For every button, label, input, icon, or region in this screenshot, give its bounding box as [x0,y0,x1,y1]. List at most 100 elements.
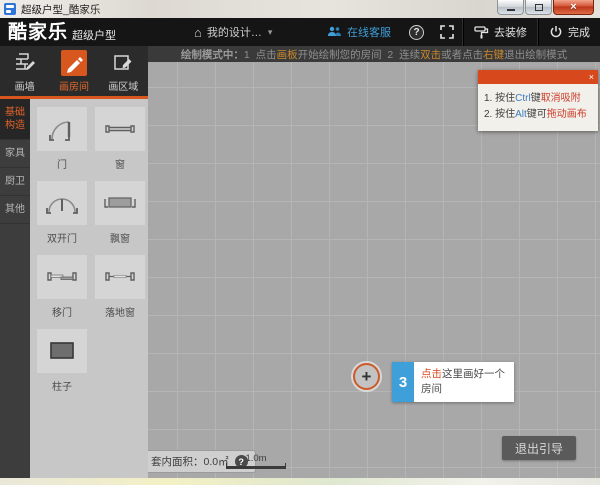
item-label: 双开门 [47,230,77,245]
help-icon: ? [409,25,424,40]
item-sliding-door[interactable]: 移门 [37,255,87,319]
tool-label: 画区域 [108,78,138,93]
item-label: 飘窗 [110,230,130,245]
exit-guide-button[interactable]: 退出引导 [502,436,576,460]
mode-step2-mid: 或者点击 [441,47,483,62]
draw-region-icon [110,50,136,76]
tab-furniture[interactable]: 家具 [0,140,30,168]
draw-room-icon [61,50,87,76]
guide-tooltip: 3 点击这里画好一个房间 [392,362,514,402]
decorate-button[interactable]: 去装修 [464,18,537,46]
my-design-label: 我的设计… [207,24,262,40]
items-panel: 门 窗 [30,99,148,478]
mode-step1-highlight: 画板 [277,47,298,62]
header-actions: 在线客服 ? 去装修 [317,18,600,46]
tab-basic-structure[interactable]: 基础构造 [0,99,30,140]
notif-action: 拖动画布 [547,109,587,120]
window-icon [95,107,145,151]
notification-body: 1. 按住Ctrl键取消吸附 2. 按住Alt键可拖动画布 [478,84,598,131]
fullscreen-button[interactable] [432,18,462,46]
notif-key: Alt [515,109,527,120]
scale-indicator: 1.0m [226,453,286,469]
main-area: 画墙 画房间 [0,46,600,478]
tool-draw-region[interactable]: 画区域 [99,46,148,96]
french-window-icon [95,255,145,299]
tool-draw-wall[interactable]: 画墙 [0,46,49,96]
mode-step1-pre: 1 点击 [244,47,277,62]
desktop-background-strip [0,478,600,485]
close-icon: × [570,2,576,13]
my-design-menu[interactable]: ⌂ 我的设计… ▾ [194,24,272,40]
panel-body: 基础构造 家具 厨卫 其他 [0,99,148,478]
notif-text: 2. 按住 [484,109,515,120]
hotkey-notification: × 1. 按住Ctrl键取消吸附 2. 按住Alt键可拖动画布 [478,70,598,131]
notif-text: 键 [531,93,541,104]
draw-wall-icon [12,50,38,76]
item-label: 落地窗 [105,304,135,319]
add-room-button[interactable]: + [353,363,380,390]
area-label: 套内面积： [151,454,204,469]
mode-step2-post: 退出绘制模式 [504,47,567,62]
close-button[interactable]: × [553,0,594,15]
items-grid: 门 窗 [37,107,148,393]
mode-bar: 绘制模式中： 1 点击 画板 开始绘制您的房间 2 连续 双击 或者点击 右键 … [148,46,600,62]
app-header: 酷家乐 超级户型 ⌂ 我的设计… ▾ 在线客服 ? [0,18,600,46]
item-french-window[interactable]: 落地窗 [95,255,145,319]
finish-button[interactable]: 完成 [539,18,600,46]
window-controls: × [496,0,594,15]
finish-label: 完成 [568,24,590,40]
notif-text: 键可 [527,109,547,120]
home-icon: ⌂ [194,26,202,39]
notification-close-icon[interactable]: × [585,73,598,82]
area-value: 0.0㎡ [204,454,229,469]
paint-roller-icon [474,26,489,39]
online-service-label: 在线客服 [347,24,391,40]
notification-line: 2. 按住Alt键可拖动画布 [484,107,592,123]
item-window[interactable]: 窗 [95,107,145,171]
minimize-button[interactable] [497,0,524,15]
item-door[interactable]: 门 [37,107,87,171]
door-icon [37,107,87,151]
notification-line: 1. 按住Ctrl键取消吸附 [484,91,592,107]
online-service-button[interactable]: 在线客服 [317,18,401,46]
maximize-button[interactable] [525,0,552,15]
scale-label: 1.0m [226,453,286,464]
tool-label: 画房间 [59,78,89,93]
brand-subtitle: 超级户型 [72,27,116,43]
guide-step-number: 3 [392,362,414,402]
draw-tools: 画墙 画房间 [0,46,148,96]
mode-step2-highlight2: 右键 [483,47,504,62]
app-icon [4,3,16,15]
drawing-canvas[interactable]: 绘制模式中： 1 点击 画板 开始绘制您的房间 2 连续 双击 或者点击 右键 … [148,46,600,478]
item-label: 门 [57,156,67,171]
window-title: 超级户型_酷家乐 [21,2,100,17]
app-window: 超级户型_酷家乐 × 酷家乐 超级户型 ⌂ 我的设计… ▾ 在线客服 ? [0,0,600,485]
mode-step2-pre: 2 连续 [382,47,421,62]
maximize-icon [535,4,543,11]
tab-kitchen-bath[interactable]: 厨卫 [0,168,30,196]
guide-text: 点击这里画好一个房间 [414,362,514,402]
scale-bar [226,466,286,469]
bay-window-icon [95,181,145,225]
double-door-icon [37,181,87,225]
item-label: 移门 [52,304,72,319]
help-button[interactable]: ? [401,18,432,46]
notif-action: 取消吸附 [541,93,581,104]
fullscreen-icon [440,25,454,39]
item-pillar[interactable]: 柱子 [37,329,87,393]
tab-other[interactable]: 其他 [0,196,30,224]
sliding-door-icon [37,255,87,299]
item-label: 柱子 [52,378,72,393]
left-panel: 画墙 画房间 [0,46,148,478]
power-icon [549,25,563,39]
notif-text: 1. 按住 [484,93,515,104]
tool-draw-room[interactable]: 画房间 [49,46,98,96]
minimize-icon [507,9,515,11]
item-bay-window[interactable]: 飘窗 [95,181,145,245]
guide-text-highlight: 点击 [421,368,442,380]
item-double-door[interactable]: 双开门 [37,181,87,245]
mode-step2-highlight1: 双击 [420,47,441,62]
category-tabs: 基础构造 家具 厨卫 其他 [0,99,30,478]
pillar-icon [37,329,87,373]
decorate-label: 去装修 [494,24,527,40]
